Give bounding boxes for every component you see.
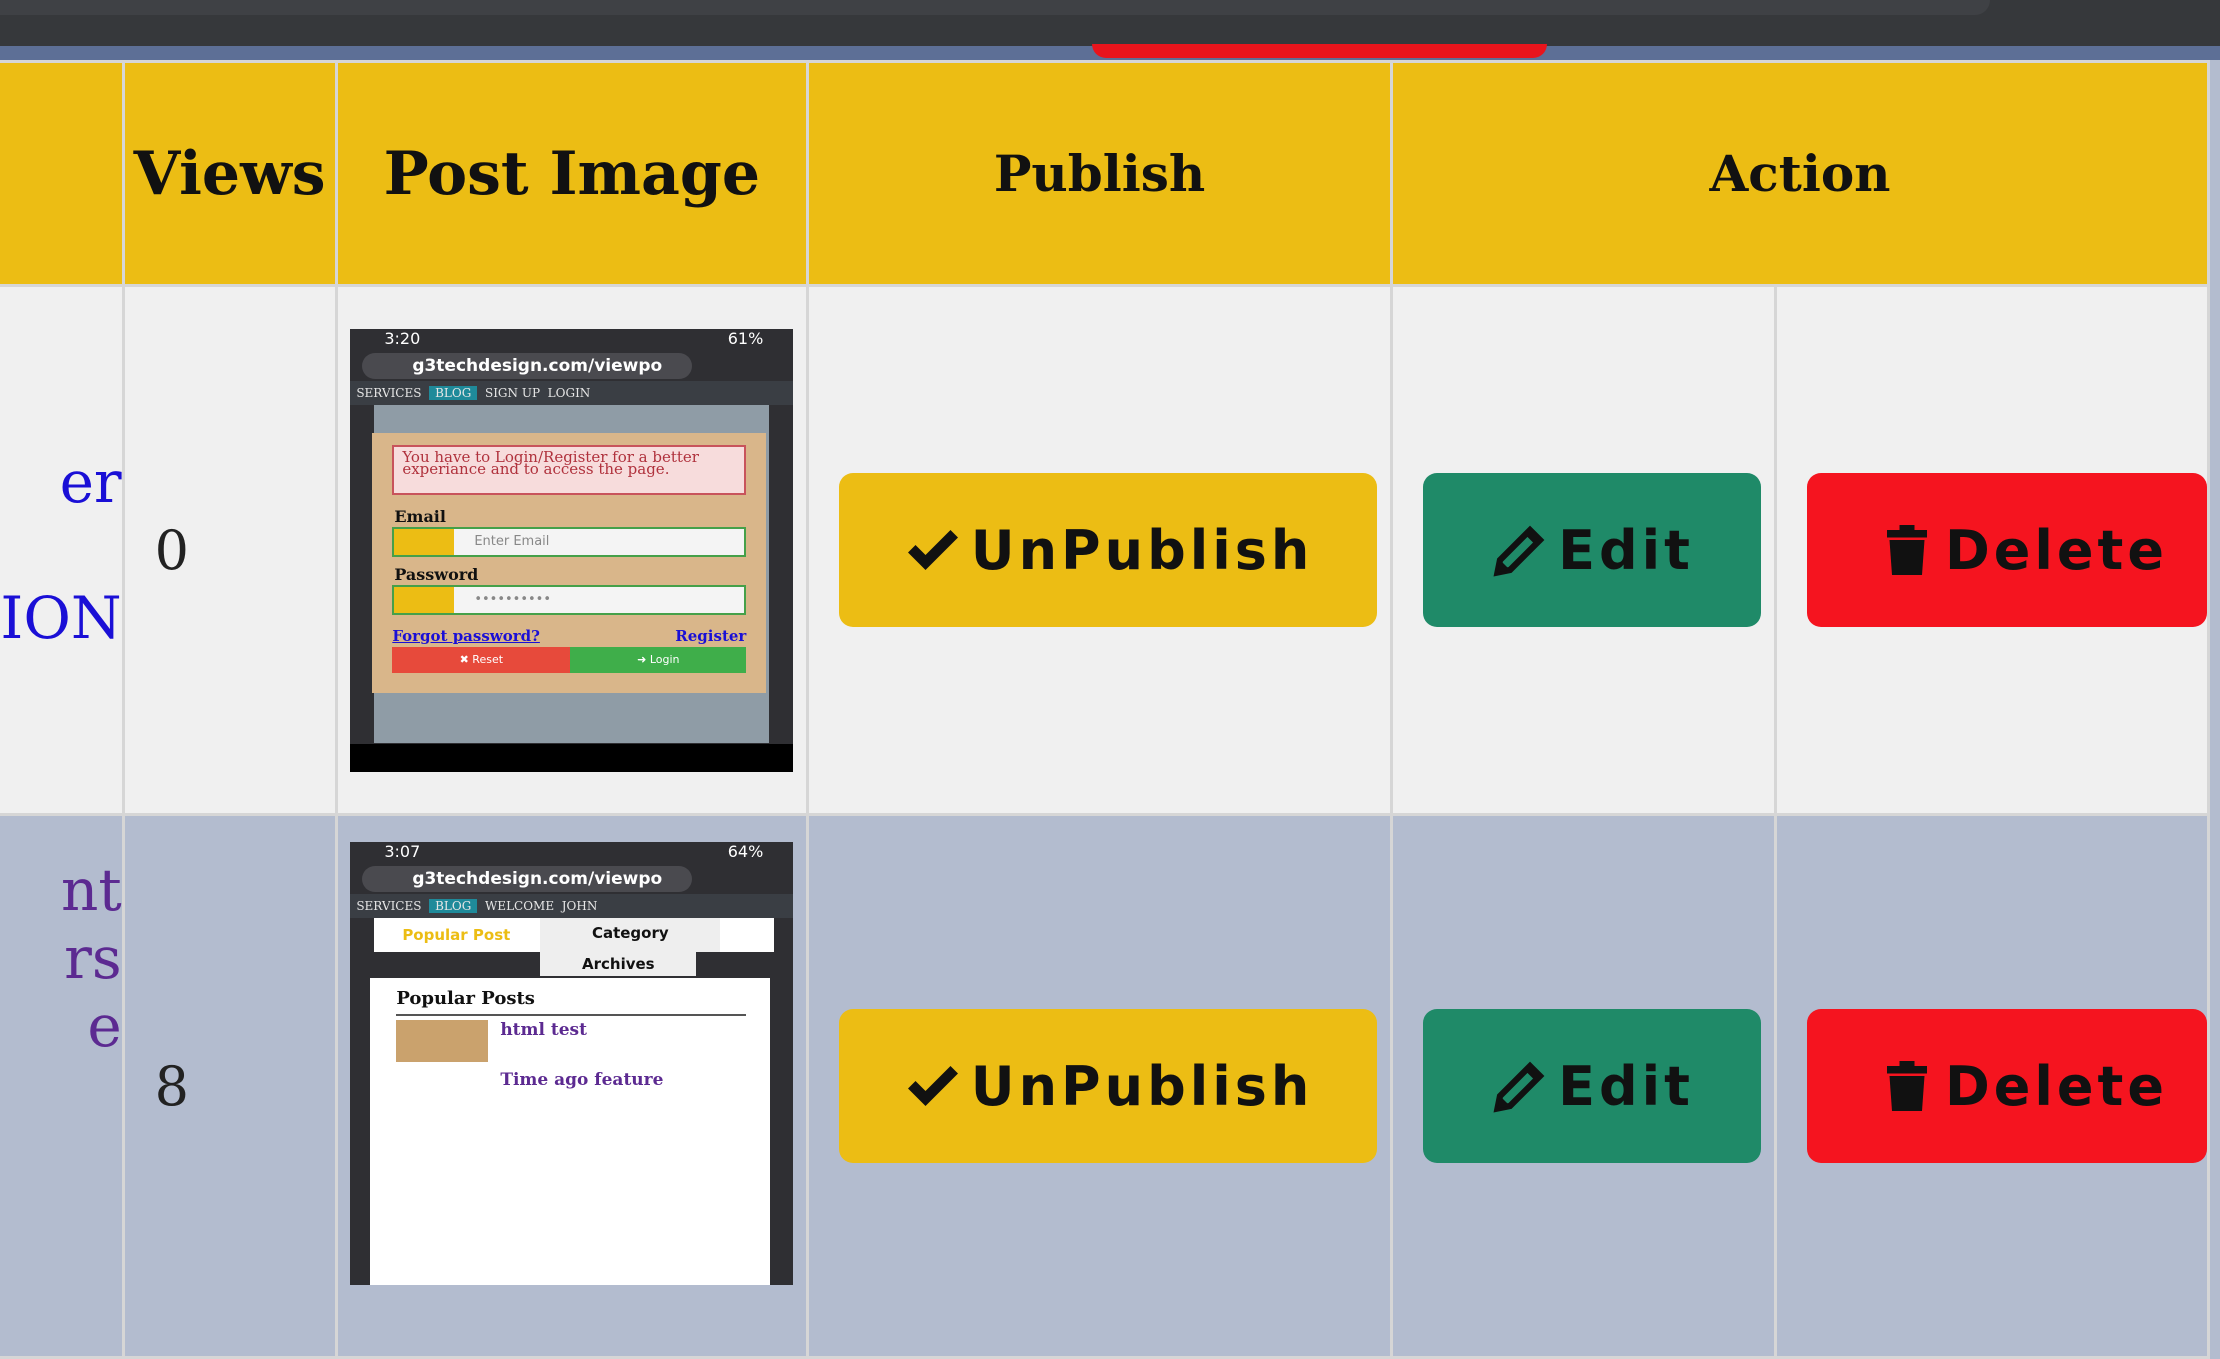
mini-nav: SERVICES BLOG WELCOME JOHN	[350, 894, 794, 918]
post-title-line: nt	[60, 856, 122, 924]
table-row: er ION 0 3:20 61% g3techdesign.com/viewpo…	[0, 284, 2211, 816]
edit-button[interactable]: Edit	[1423, 473, 1762, 627]
mini-system-nav	[350, 743, 794, 772]
red-indicator	[1092, 44, 1547, 58]
post-title-link[interactable]: er ION	[0, 284, 125, 816]
mini-tabs: Popular Post Category	[374, 918, 775, 952]
table-header-row: Views Post Image Publish Action	[0, 60, 2210, 287]
mini-battery: 61%	[727, 328, 764, 348]
mini-nav: SERVICES BLOG SIGN UP LOGIN	[350, 380, 794, 405]
post-title-line: ION	[0, 584, 122, 652]
mini-login-button: ➜ Login	[570, 646, 747, 673]
mini-post-item: Time ago feature	[500, 1070, 664, 1090]
mini-post-item: html test	[500, 1020, 587, 1040]
mini-buttons: ✖ Reset ➜ Login	[392, 646, 747, 673]
check-icon	[903, 520, 963, 580]
mini-nav-item: JOHN	[561, 899, 598, 913]
mini-battery: 64%	[727, 842, 764, 861]
column-header-action: Action	[1390, 60, 2210, 287]
mini-nav-item: WELCOME	[484, 899, 555, 913]
pencil-icon	[1490, 1056, 1550, 1116]
trash-icon	[1877, 1056, 1937, 1116]
post-image-cell: 3:07 64% g3techdesign.com/viewpo SERVICES…	[334, 813, 810, 1359]
post-title-line: rs	[64, 924, 122, 992]
check-icon	[903, 1056, 963, 1116]
edit-cell: Edit	[1390, 284, 1777, 816]
mini-password-input: ••••••••••	[392, 584, 747, 615]
views-count: 0	[121, 284, 338, 816]
mini-nav-item: SERVICES	[356, 899, 422, 913]
edit-label: Edit	[1558, 518, 1694, 582]
column-header-views: Views	[121, 60, 338, 287]
mini-register-link: Register	[675, 626, 747, 645]
delete-button[interactable]: Delete	[1806, 473, 2206, 627]
mini-nav-item: LOGIN	[547, 385, 591, 400]
mini-tab-archives: Archives	[540, 952, 697, 976]
publish-cell: UnPublish	[806, 813, 1394, 1359]
mini-login-card: You have to Login/Register for a better …	[372, 432, 767, 693]
mini-url-bar: g3techdesign.com/viewpo	[362, 866, 693, 892]
posts-table: Views Post Image Publish Action er ION 0…	[0, 60, 2211, 1359]
mini-status-bar: 3:20 61%	[350, 329, 793, 351]
post-title-line: e	[87, 992, 122, 1060]
top-app-bar	[0, 0, 2220, 46]
mini-tab-category: Category	[540, 918, 721, 952]
delete-button[interactable]: Delete	[1806, 1009, 2206, 1163]
edit-cell: Edit	[1390, 813, 1777, 1359]
pencil-icon	[1490, 520, 1550, 580]
views-count: 8	[121, 813, 338, 1359]
mini-email-input: Enter Email	[392, 526, 747, 557]
mini-password-label: Password	[394, 564, 479, 584]
unpublish-button[interactable]: UnPublish	[839, 473, 1378, 627]
column-header-post-image: Post Image	[334, 60, 810, 287]
post-image-thumbnail[interactable]: 3:07 64% g3techdesign.com/viewpo SERVICES…	[350, 842, 794, 1285]
top-app-bar-inner	[0, 0, 1990, 15]
unpublish-label: UnPublish	[970, 518, 1314, 582]
post-image-thumbnail[interactable]: 3:20 61% g3techdesign.com/viewpo SERVICES…	[350, 328, 794, 772]
unpublish-label: UnPublish	[970, 1054, 1314, 1118]
post-title-line	[0, 516, 120, 584]
column-header-title	[0, 60, 125, 287]
edit-label: Edit	[1558, 1054, 1694, 1118]
mini-alert: You have to Login/Register for a better …	[392, 444, 747, 495]
unpublish-button[interactable]: UnPublish	[839, 1009, 1378, 1163]
delete-cell: Delete	[1773, 813, 2211, 1359]
mini-forgot-link: Forgot password?	[392, 626, 540, 645]
mini-popular-title: Popular Posts	[396, 988, 535, 1009]
mini-reset-button: ✖ Reset	[392, 646, 571, 673]
delete-cell: Delete	[1773, 284, 2211, 816]
mini-nav-item: BLOG	[429, 899, 478, 913]
mini-url-bar: g3techdesign.com/viewpo	[362, 352, 693, 379]
publish-cell: UnPublish	[806, 284, 1394, 816]
mini-time: 3:07	[384, 842, 421, 861]
mini-divider	[396, 1014, 747, 1016]
mini-status-bar: 3:07 64%	[350, 842, 793, 864]
post-image-cell: 3:20 61% g3techdesign.com/viewpo SERVICES…	[334, 284, 810, 816]
mini-tab-popular: Popular Post	[374, 918, 539, 952]
table-row: nt rs e 8 3:07 64% g3techdesign.com/viewp…	[0, 813, 2211, 1359]
mini-post-thumb	[396, 1020, 489, 1062]
mini-nav-item: SERVICES	[356, 385, 422, 400]
mini-popular-panel: Popular Posts html test Time ago feature	[370, 978, 771, 1285]
mini-links: Forgot password? Register	[392, 627, 746, 645]
column-header-publish: Publish	[806, 60, 1394, 287]
edit-button[interactable]: Edit	[1423, 1009, 1762, 1163]
mini-nav-item: SIGN UP	[484, 385, 541, 400]
mini-nav-item: BLOG	[429, 385, 478, 400]
post-title-line: er	[59, 448, 122, 516]
delete-label: Delete	[1944, 518, 2168, 582]
post-title-link[interactable]: nt rs e	[0, 813, 125, 1359]
mini-time: 3:20	[384, 328, 421, 348]
trash-icon	[1877, 520, 1937, 580]
delete-label: Delete	[1944, 1054, 2168, 1118]
mini-email-label: Email	[394, 506, 446, 526]
